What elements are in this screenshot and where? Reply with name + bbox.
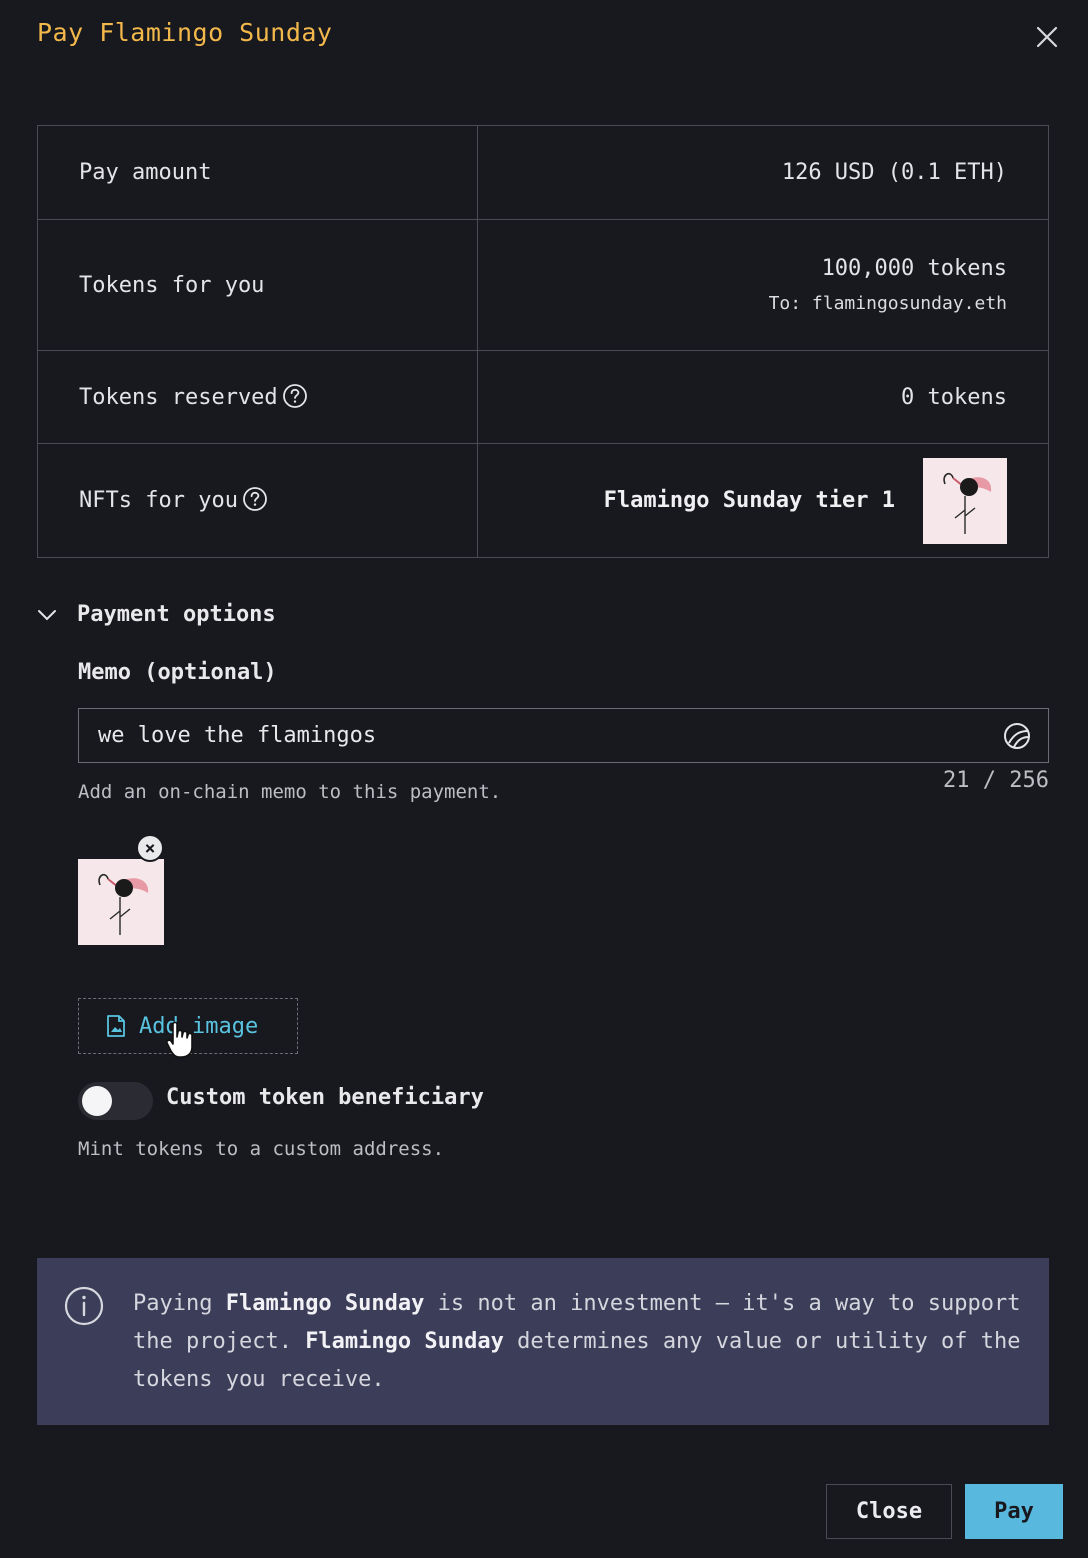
memo-label: Memo (optional) [78, 660, 277, 685]
memo-help-text: Add an on-chain memo to this payment. [78, 781, 502, 803]
modal-title: Pay Flamingo Sunday [37, 18, 333, 47]
help-icon[interactable] [282, 383, 308, 409]
memo-counter: 21 / 256 [943, 768, 1049, 793]
info-icon [64, 1286, 104, 1326]
nft-item: Flamingo Sunday tier 1 [479, 457, 1007, 544]
remove-icon: × [144, 837, 156, 859]
payment-options-toggle[interactable]: Payment options [37, 602, 276, 627]
attached-image [78, 859, 164, 945]
summary-row-tokens-for-you: Tokens for you 100,000 tokens To: flamin… [37, 219, 1049, 351]
file-image-icon [107, 1015, 125, 1037]
tokens-recipient: To: flamingosunday.eth [768, 293, 1007, 314]
pay-modal: Pay Flamingo Sunday Pay amount 126 USD (… [0, 0, 1088, 1558]
memo-input[interactable] [79, 722, 1000, 749]
chevron-down-icon [38, 609, 56, 620]
notice-text: Paying Flamingo Sunday is not an investm… [133, 1285, 1023, 1399]
nfts-label: NFTs for you [79, 488, 238, 513]
notice-project-name-2: Flamingo Sunday [305, 1329, 504, 1354]
pointer-cursor-icon [166, 1021, 193, 1058]
nft-name: Flamingo Sunday tier 1 [603, 488, 895, 513]
tokens-reserved-label: Tokens reserved [79, 384, 278, 410]
remove-image-button[interactable]: × [136, 834, 164, 862]
toggle-knob [82, 1086, 112, 1116]
close-icon[interactable] [1032, 22, 1062, 52]
add-image-label: Add image [139, 1013, 259, 1039]
sticker-icon[interactable] [1000, 719, 1034, 753]
pay-amount-value: 126 USD (0.1 ETH) [477, 125, 1049, 220]
payment-options-header: Payment options [77, 602, 276, 627]
nft-thumbnail [923, 457, 1007, 544]
summary-row-tokens-reserved: Tokens reserved 0 tokens [37, 350, 1049, 444]
investment-notice: Paying Flamingo Sunday is not an investm… [37, 1258, 1049, 1425]
notice-project-name-1: Flamingo Sunday [225, 1291, 425, 1316]
help-icon[interactable] [242, 486, 268, 512]
close-button[interactable]: Close [826, 1484, 952, 1539]
memo-field [78, 708, 1049, 763]
tokens-reserved-value: 0 tokens [477, 350, 1049, 444]
nft-value-cell: Flamingo Sunday tier 1 [477, 443, 1049, 558]
summary-row-pay-amount: Pay amount 126 USD (0.1 ETH) [37, 125, 1049, 220]
notice-part-1: Paying [133, 1291, 226, 1316]
pay-amount-label: Pay amount [37, 125, 478, 220]
tokens-for-you-label: Tokens for you [37, 219, 478, 351]
custom-beneficiary-label: Custom token beneficiary [166, 1085, 484, 1110]
summary-row-nfts: NFTs for you Flamingo Sunday tier 1 [37, 443, 1049, 558]
tokens-reserved-cell: Tokens reserved [37, 350, 478, 444]
custom-beneficiary-help: Mint tokens to a custom address. [78, 1138, 445, 1160]
custom-beneficiary-toggle[interactable] [78, 1082, 153, 1120]
payment-summary-table: Pay amount 126 USD (0.1 ETH) Tokens for … [37, 125, 1049, 558]
pay-button[interactable]: Pay [965, 1484, 1063, 1539]
tokens-for-you-value: 100,000 tokens [821, 256, 1007, 281]
nfts-cell: NFTs for you [37, 443, 478, 558]
tokens-for-you-cell: 100,000 tokens To: flamingosunday.eth [477, 219, 1049, 351]
